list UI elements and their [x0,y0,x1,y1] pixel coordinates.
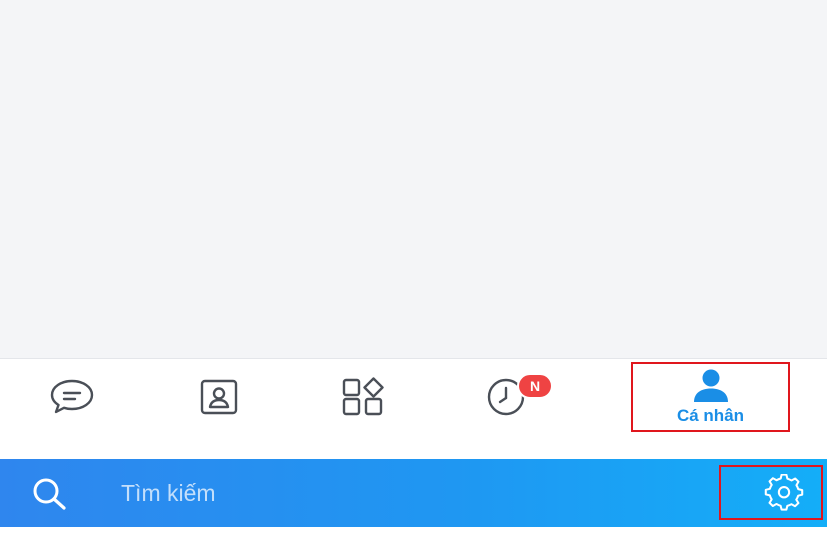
person-icon [693,369,728,402]
settings-button[interactable] [760,473,808,517]
notification-badge: N [517,373,553,399]
bottom-navigation-bar: N Cá nhân [0,358,827,435]
tab-profile-label: Cá nhân [676,405,745,425]
search-bar[interactable]: Tìm kiếm [0,459,827,527]
search-input[interactable]: Tìm kiếm [121,479,216,507]
tab-timeline[interactable]: N [478,359,558,435]
chat-bubble-icon [50,379,94,414]
tab-profile[interactable]: Cá nhân [634,359,787,435]
tab-contacts[interactable] [184,359,254,435]
apps-grid-icon [342,377,384,416]
search-icon [33,478,66,510]
separator [0,435,827,459]
tab-discover[interactable] [328,359,400,435]
content-area [0,0,827,358]
contact-card-icon [200,379,238,415]
gear-icon [764,473,804,511]
tab-messages[interactable] [37,359,107,435]
content-below [0,527,827,553]
